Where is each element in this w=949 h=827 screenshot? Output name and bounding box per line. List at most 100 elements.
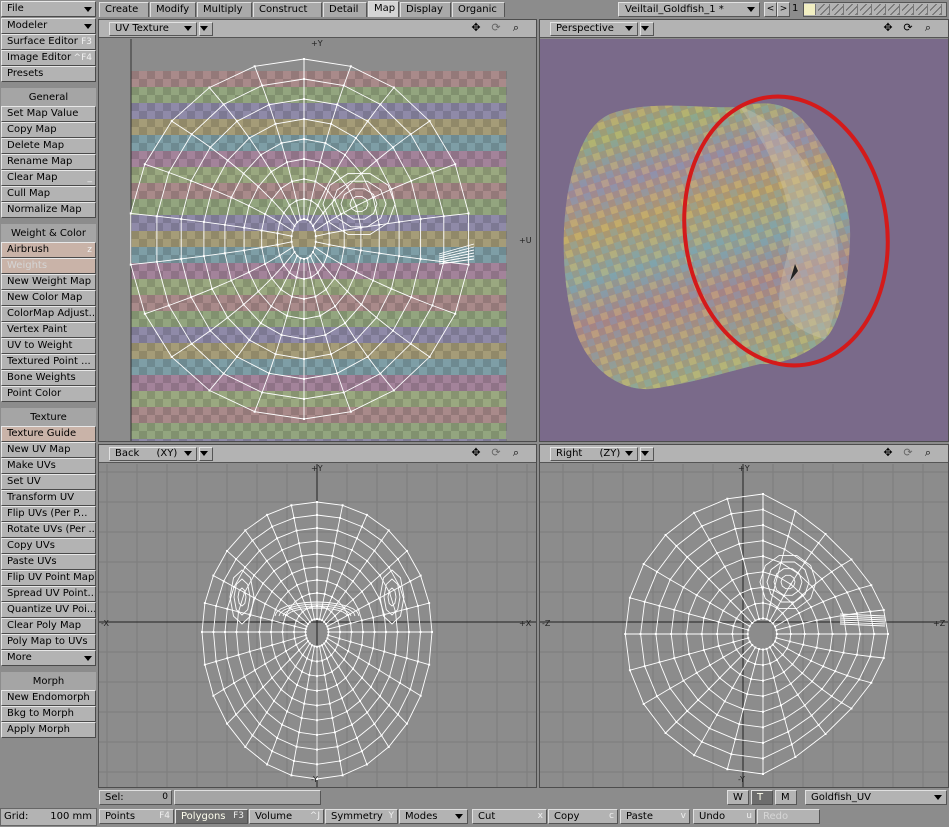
- new-color-map-button[interactable]: New Color Map: [1, 290, 96, 306]
- zoom-view-icon[interactable]: ⌕: [508, 447, 524, 461]
- zoom-view-icon[interactable]: ⌕: [920, 22, 936, 36]
- flip-uvs-per-p-button[interactable]: Flip UVs (Per P...: [1, 506, 96, 522]
- set-uv-button[interactable]: Set UV: [1, 474, 96, 490]
- set-map-value-button[interactable]: Set Map Value: [1, 106, 96, 122]
- layer-slot[interactable]: [846, 4, 858, 15]
- paste-button[interactable]: Paste v: [620, 809, 690, 824]
- cull-map-button[interactable]: Cull Map: [1, 186, 96, 202]
- rotate-uvs-per-button[interactable]: Rotate UVs (Per ...: [1, 522, 96, 538]
- surface-editor-button[interactable]: Surface Editor F3: [1, 34, 96, 50]
- layer-slot[interactable]: [888, 4, 900, 15]
- texture-guide-button[interactable]: Texture Guide: [1, 426, 96, 442]
- rotate-view-icon[interactable]: ⟳: [488, 22, 504, 36]
- presets-button[interactable]: Presets: [1, 66, 96, 82]
- vertex-paint-button[interactable]: Vertex Paint: [1, 322, 96, 338]
- tab-create[interactable]: Create: [99, 2, 149, 17]
- move-view-icon[interactable]: ✥: [468, 447, 484, 461]
- volume-button[interactable]: Volume ^J: [249, 809, 324, 824]
- image-editor-button[interactable]: Image Editor ^F4: [1, 50, 96, 66]
- viewport-options-button[interactable]: [640, 447, 654, 461]
- uv-to-weight-button[interactable]: UV to Weight: [1, 338, 96, 354]
- symmetry-button[interactable]: Symmetry Y: [325, 809, 398, 824]
- tab-organic[interactable]: Organic: [452, 2, 505, 17]
- copy-button[interactable]: Copy c: [548, 809, 618, 824]
- modes-button[interactable]: Modes: [399, 809, 468, 824]
- more-button[interactable]: More: [1, 650, 96, 666]
- zoom-view-icon[interactable]: ⌕: [920, 447, 936, 461]
- textured-point-button[interactable]: Textured Point ...: [1, 354, 96, 370]
- tab-display[interactable]: Display: [400, 2, 451, 17]
- layer-slot[interactable]: [930, 4, 942, 15]
- back-canvas[interactable]: +Y -X +X -Y: [99, 464, 536, 787]
- rotate-view-icon[interactable]: ⟳: [900, 22, 916, 36]
- move-view-icon[interactable]: ✥: [468, 22, 484, 36]
- viewport-options-button[interactable]: [199, 447, 213, 461]
- tab-detail[interactable]: Detail: [323, 2, 367, 17]
- spread-uv-point-button[interactable]: Spread UV Point...: [1, 586, 96, 602]
- quantize-uv-poi-button[interactable]: Quantize UV Poi...: [1, 602, 96, 618]
- new-endomorph-button[interactable]: New Endomorph: [1, 690, 96, 706]
- layer-slot[interactable]: [818, 4, 830, 15]
- viewport-perspective[interactable]: Perspective ✥ ⟳ ⌕: [539, 19, 949, 442]
- perspective-canvas[interactable]: [540, 39, 948, 441]
- layer-slot[interactable]: [804, 4, 816, 15]
- rotate-view-icon[interactable]: ⟳: [488, 447, 504, 461]
- viewport-right[interactable]: Right (ZY) ✥ ⟳ ⌕ +Y -Z +Z -Y: [539, 444, 949, 788]
- tab-construct[interactable]: Construct: [253, 2, 322, 17]
- viewport-options-button[interactable]: [199, 22, 213, 36]
- colormap-adjust-button[interactable]: ColorMap Adjust...: [1, 306, 96, 322]
- view-type-select[interactable]: UV Texture: [109, 22, 197, 36]
- layer-slot[interactable]: [860, 4, 872, 15]
- flip-uv-point-map-button[interactable]: Flip UV Point Map: [1, 570, 96, 586]
- move-view-icon[interactable]: ✥: [880, 447, 896, 461]
- poly-map-to-uvs-button[interactable]: Poly Map to UVs: [1, 634, 96, 650]
- file-menu[interactable]: File: [1, 1, 96, 17]
- uv-canvas[interactable]: +Y +U: [99, 39, 536, 441]
- modeler-menu[interactable]: Modeler: [1, 18, 96, 34]
- layer-slot[interactable]: [916, 4, 928, 15]
- clear-map-button[interactable]: Clear Map _: [1, 170, 96, 186]
- rename-map-button[interactable]: Rename Map: [1, 154, 96, 170]
- transform-uv-button[interactable]: Transform UV: [1, 490, 96, 506]
- cut-button[interactable]: Cut x: [472, 809, 547, 824]
- undo-button[interactable]: Undo u: [693, 809, 756, 824]
- polygons-button[interactable]: Polygons F3: [175, 809, 248, 824]
- copy-uvs-button[interactable]: Copy UVs: [1, 538, 96, 554]
- viewport-options-button[interactable]: [640, 22, 654, 36]
- rotate-view-icon[interactable]: ⟳: [900, 447, 916, 461]
- paste-uvs-button[interactable]: Paste UVs: [1, 554, 96, 570]
- move-view-icon[interactable]: ✥: [880, 22, 896, 36]
- scene-selector[interactable]: Veiltail_Goldfish_1 *: [618, 2, 760, 17]
- wtm-t-button[interactable]: T: [751, 790, 773, 805]
- view-type-select[interactable]: Right (ZY): [550, 447, 638, 461]
- layer-slot[interactable]: [874, 4, 886, 15]
- tab-multiply[interactable]: Multiply: [197, 2, 252, 17]
- airbrush-button[interactable]: Airbrush z: [1, 242, 96, 258]
- apply-morph-button[interactable]: Apply Morph: [1, 722, 96, 738]
- view-type-select[interactable]: Back (XY): [109, 447, 197, 461]
- point-color-button[interactable]: Point Color: [1, 386, 96, 402]
- viewport-back[interactable]: Back (XY) ✥ ⟳ ⌕ +Y -X +X -Y: [98, 444, 537, 788]
- bone-weights-button[interactable]: Bone Weights: [1, 370, 96, 386]
- prev-layer-button[interactable]: <: [764, 2, 777, 17]
- zoom-view-icon[interactable]: ⌕: [508, 22, 524, 36]
- weights-button[interactable]: Weights: [1, 258, 96, 274]
- bkg-to-morph-button[interactable]: Bkg to Morph: [1, 706, 96, 722]
- tab-map[interactable]: Map: [368, 1, 399, 17]
- vertex-map-select[interactable]: Goldfish_UV: [805, 790, 947, 805]
- new-uv-map-button[interactable]: New UV Map: [1, 442, 96, 458]
- wtm-w-button[interactable]: W: [727, 790, 749, 805]
- view-type-select[interactable]: Perspective: [550, 22, 638, 36]
- right-canvas[interactable]: +Y -Z +Z -Y: [540, 464, 948, 787]
- make-uvs-button[interactable]: Make UVs: [1, 458, 96, 474]
- new-weight-map-button[interactable]: New Weight Map: [1, 274, 96, 290]
- layer-slot[interactable]: [902, 4, 914, 15]
- redo-button[interactable]: Redo: [757, 809, 820, 824]
- wtm-m-button[interactable]: M: [775, 790, 797, 805]
- layer-slot[interactable]: [832, 4, 844, 15]
- tab-modify[interactable]: Modify: [150, 2, 196, 17]
- points-button[interactable]: Points F4: [99, 809, 174, 824]
- clear-poly-map-button[interactable]: Clear Poly Map: [1, 618, 96, 634]
- layer-bank[interactable]: [803, 2, 947, 17]
- viewport-uv[interactable]: UV Texture ✥ ⟳ ⌕ +Y +U: [98, 19, 537, 442]
